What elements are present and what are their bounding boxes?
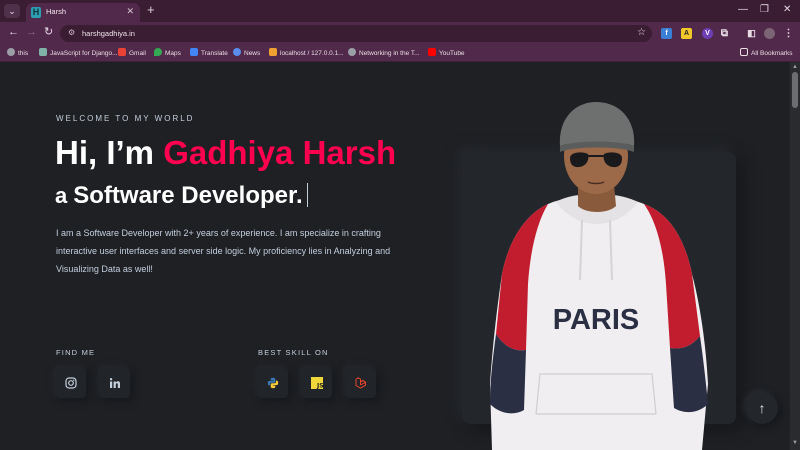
bookmark-item[interactable]: this [7, 48, 28, 57]
browser-tab[interactable]: H Harsh ✕ [26, 3, 140, 22]
browser-toolbar: ← → ↻ ⚙ harshgadhiya.in ☆ f A V ⧉ ◧ ⋮ [0, 22, 800, 44]
javascript-icon: JS [311, 377, 323, 389]
bookmark-item[interactable]: Networking in the T... [348, 48, 420, 57]
portfolio-page: WELCOME TO MY WORLD Hi, I’m Gadhiya Hars… [0, 62, 790, 450]
close-window-icon[interactable]: ✕ [783, 4, 791, 15]
linkedin-icon [109, 378, 120, 388]
find-me-label: FIND ME [56, 348, 96, 357]
site-info-icon[interactable]: ⚙ [68, 28, 75, 37]
role-text: Software Developer. [73, 182, 303, 209]
translate-icon [190, 48, 198, 56]
welcome-eyebrow: WELCOME TO MY WORLD [56, 114, 195, 123]
instagram-icon [65, 377, 77, 389]
javascript-skill: JS [302, 368, 332, 398]
globe-icon [348, 48, 356, 56]
typing-cursor [306, 183, 308, 207]
scroll-down-icon[interactable]: ▼ [792, 440, 798, 446]
best-skill-label: BEST SKILL ON [258, 348, 329, 357]
gmail-icon [118, 48, 126, 56]
tab-title: Harsh [46, 7, 67, 16]
browser-tab-bar: ⌄ H Harsh ✕ + — ❐ ✕ [0, 0, 800, 22]
linkedin-button[interactable] [100, 368, 130, 398]
all-bookmarks[interactable]: All Bookmarks [740, 48, 793, 57]
scroll-thumb[interactable] [792, 72, 798, 108]
bookmarks-bar: this JavaScript for Django... Gmail Maps… [0, 44, 800, 62]
bookmark-item[interactable]: News [233, 48, 260, 57]
folder-icon [740, 48, 748, 56]
globe-icon [7, 48, 15, 56]
bio-paragraph: I am a Software Developer with 2+ years … [56, 228, 391, 274]
more-menu-icon[interactable]: ⋮ [783, 28, 794, 39]
profile-photo: PARIS [490, 102, 708, 450]
bookmark-item[interactable]: YouTube [428, 48, 465, 57]
tab-search-icon[interactable]: ⌄ [4, 4, 20, 18]
laravel-icon [355, 377, 366, 389]
maps-icon [154, 48, 162, 56]
bookmark-item[interactable]: Translate [190, 48, 228, 57]
bookmark-item[interactable]: Maps [154, 48, 181, 57]
extensions-puzzle-icon[interactable]: ⧉ [719, 28, 730, 39]
instagram-button[interactable] [56, 368, 86, 398]
forward-icon[interactable]: → [26, 26, 37, 39]
extension-icon[interactable]: f [661, 28, 672, 39]
close-tab-icon[interactable]: ✕ [126, 6, 134, 17]
page-scrollbar[interactable]: ▲ ▼ [790, 62, 800, 450]
laravel-skill [346, 368, 376, 398]
scroll-to-top-button[interactable]: ↑ [746, 392, 778, 424]
python-icon [267, 377, 279, 389]
hero-heading: Hi, I’m Gadhiya Harsh [55, 134, 396, 172]
python-skill [258, 368, 288, 398]
youtube-icon [428, 48, 436, 56]
bookmark-item[interactable]: JavaScript for Django... [39, 48, 118, 57]
bookmark-item[interactable]: Gmail [118, 48, 146, 57]
bookmark-star-icon[interactable]: ☆ [637, 27, 646, 38]
bookmark-item[interactable]: localhost / 127.0.0.1... [269, 48, 344, 57]
address-bar[interactable]: ⚙ harshgadhiya.in ☆ [60, 25, 652, 42]
url-text: harshgadhiya.in [82, 29, 135, 38]
reload-icon[interactable]: ↻ [44, 26, 53, 39]
news-icon [233, 48, 241, 56]
hero-role: a Software Developer. [55, 182, 308, 210]
extension-icon[interactable]: V [702, 28, 713, 39]
profile-avatar[interactable] [764, 28, 775, 39]
back-icon[interactable]: ← [8, 26, 19, 39]
hero-name: Gadhiya Harsh [163, 134, 397, 171]
maximize-icon[interactable]: ❐ [760, 4, 769, 15]
new-tab-icon[interactable]: + [147, 3, 155, 17]
greeting-text: Hi, I’m [55, 134, 164, 171]
shirt-text: PARIS [553, 304, 639, 336]
role-prefix: a [55, 183, 68, 208]
scroll-up-icon[interactable]: ▲ [792, 64, 798, 70]
document-icon [39, 48, 47, 56]
tab-favicon: H [31, 7, 41, 18]
side-panel-icon[interactable]: ◧ [746, 28, 757, 39]
minimize-icon[interactable]: — [738, 4, 748, 15]
svg-text:JS: JS [316, 383, 323, 390]
arrow-up-icon: ↑ [758, 400, 766, 416]
extension-icon[interactable]: A [681, 28, 692, 39]
phpmyadmin-icon [269, 48, 277, 56]
